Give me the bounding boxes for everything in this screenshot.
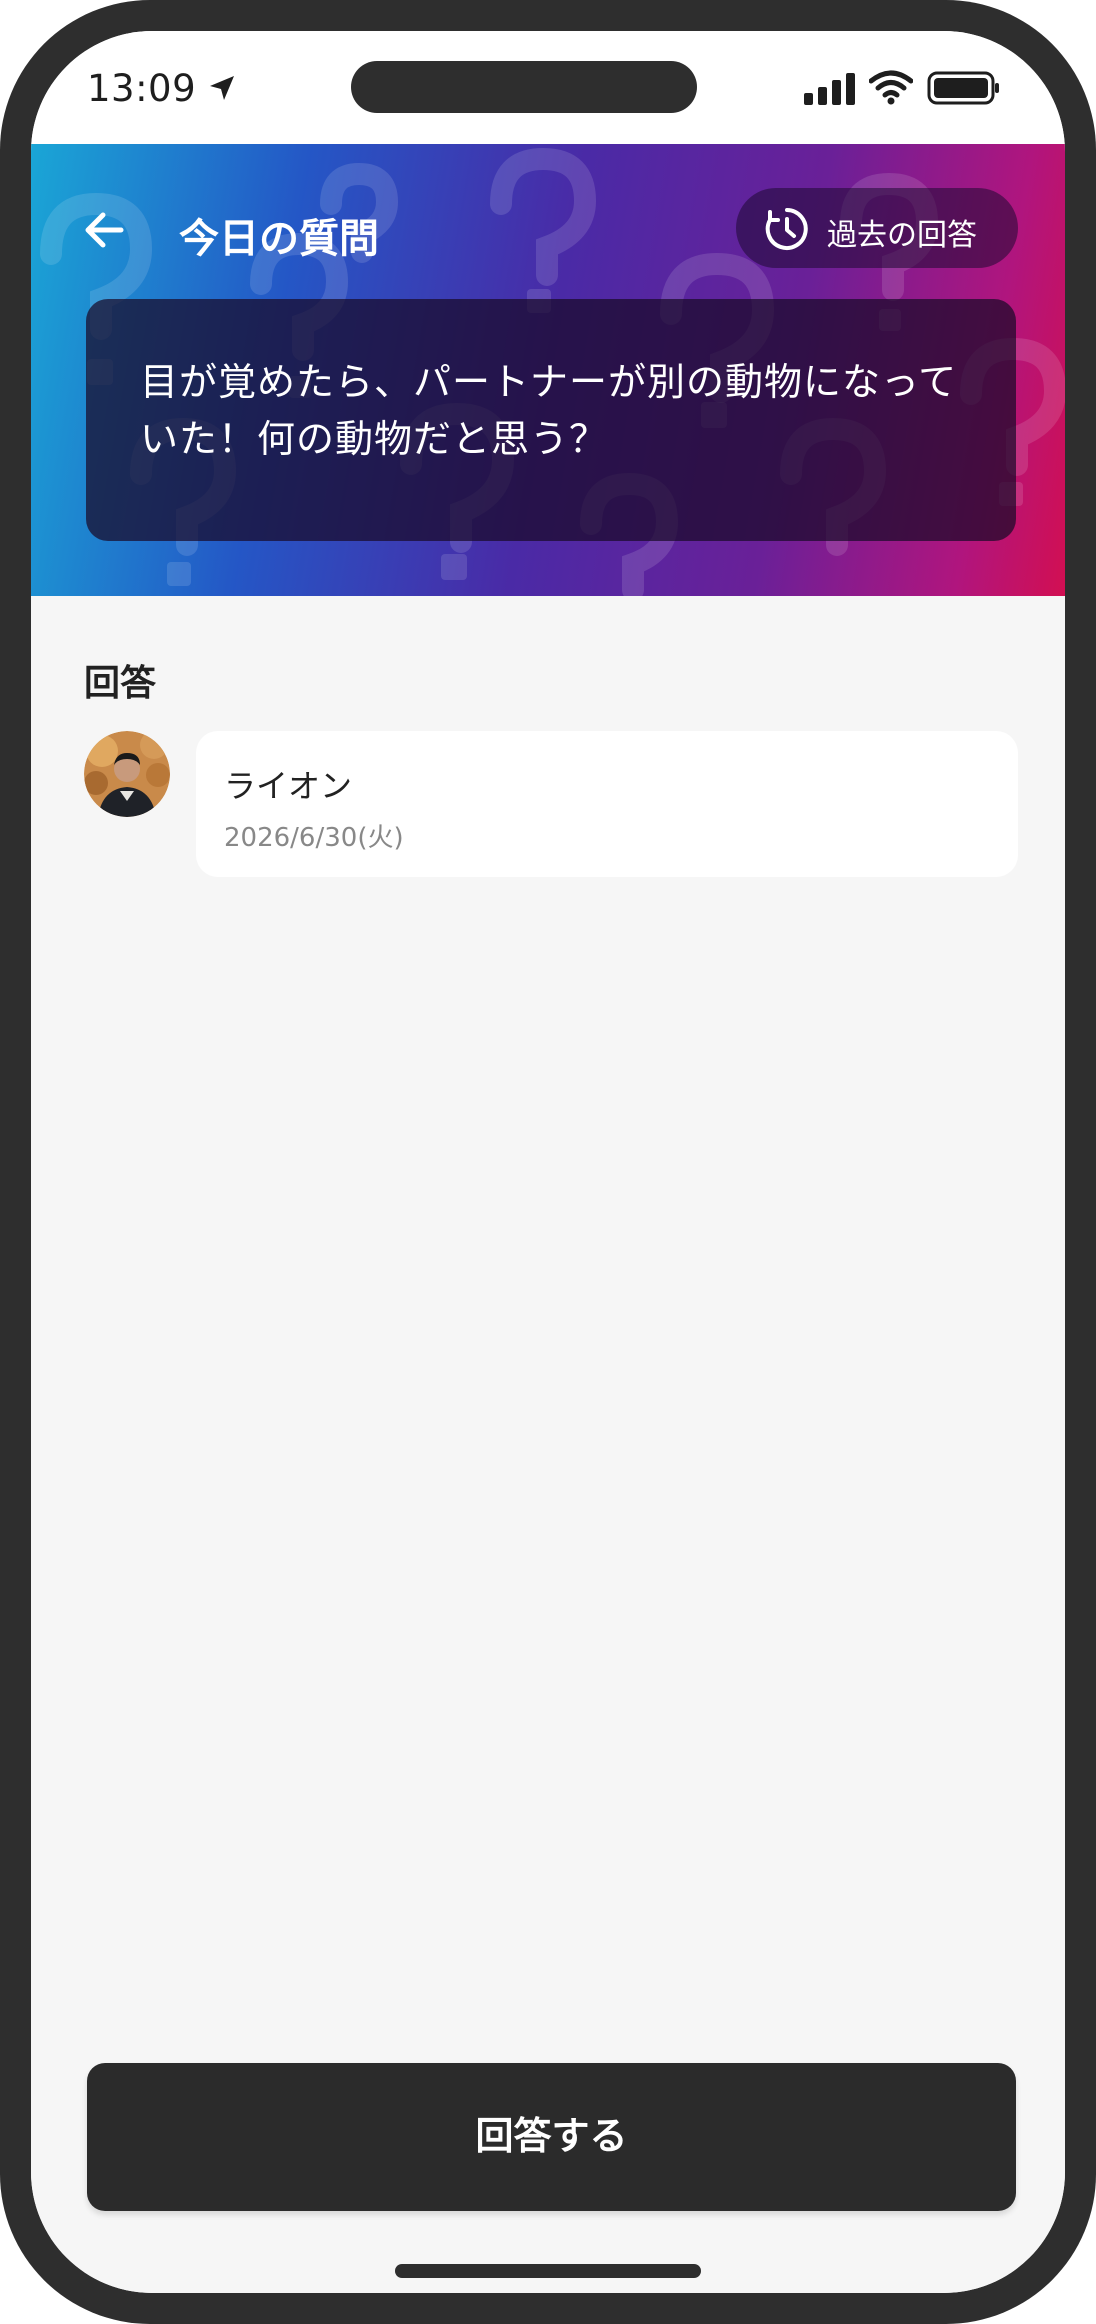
question-card: 目が覚めたら、パートナーが別の動物になっていた！何の動物だと思う？ — [86, 299, 1016, 541]
dynamic-island — [351, 61, 697, 113]
answer-button[interactable]: 回答する — [87, 2063, 1016, 2211]
question-text: 目が覚めたら、パートナーが別の動物になっていた！何の動物だと思う？ — [140, 360, 958, 461]
signal-icon — [804, 73, 855, 105]
status-time: 13:09 — [87, 67, 197, 110]
phone-frame: 13:09 今日の質問 過去の回答 目が覚めたら、パートナーが別の動物になってい… — [0, 0, 1096, 2324]
past-answers-label: 過去の回答 — [827, 218, 977, 253]
home-indicator — [395, 2264, 701, 2278]
question-header: 今日の質問 過去の回答 目が覚めたら、パートナーが別の動物になっていた！何の動物… — [31, 144, 1065, 596]
answer-date: 2026/6/30(火) — [224, 823, 404, 853]
wifi-icon — [869, 70, 913, 105]
answers-section-label: 回答 — [84, 663, 157, 704]
history-clock-icon — [765, 208, 808, 250]
answer-button-label: 回答する — [475, 2116, 628, 2158]
screen: 13:09 今日の質問 過去の回答 目が覚めたら、パートナーが別の動物になってい… — [31, 31, 1065, 2293]
answer-card: ライオン 2026/6/30(火) — [196, 731, 1018, 877]
avatar — [84, 731, 170, 817]
location-arrow-icon — [210, 76, 234, 100]
answer-text: ライオン — [224, 767, 353, 805]
arrow-left-icon[interactable] — [77, 202, 133, 258]
status-bar: 13:09 — [31, 31, 1065, 144]
answer-item: ライオン 2026/6/30(火) — [84, 731, 1018, 881]
past-answers-button[interactable]: 過去の回答 — [736, 188, 1018, 268]
battery-icon — [927, 71, 999, 105]
page-title: 今日の質問 — [179, 216, 379, 262]
